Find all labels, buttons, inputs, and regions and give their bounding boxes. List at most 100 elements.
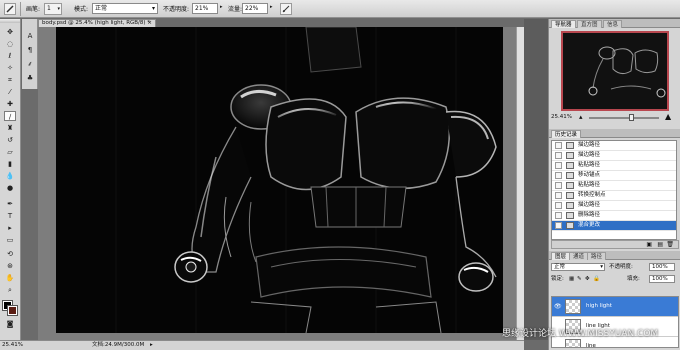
eraser-icon[interactable]: ▱ (4, 147, 16, 157)
history-footer: ▣ ▤ 🗑 (551, 240, 679, 249)
fill-field[interactable]: 100% (649, 275, 675, 283)
flow-field[interactable]: 22% (242, 3, 268, 14)
airbrush-icon[interactable] (280, 3, 292, 15)
crop-tool-icon[interactable]: ⌗ (4, 75, 16, 85)
chevron-down-icon: ▾ (600, 264, 603, 270)
history-item[interactable]: 粘贴路径 (552, 161, 676, 171)
marquee-tool-icon[interactable]: ◌ (4, 39, 16, 49)
tab-navigator[interactable]: 导航器 (551, 20, 576, 28)
history-source-checkbox[interactable] (555, 192, 562, 199)
history-item-label: 描边路径 (578, 142, 601, 148)
trash-icon[interactable]: 🗑 (666, 241, 674, 248)
vertical-scrollbar[interactable] (516, 27, 524, 340)
visibility-toggle[interactable] (554, 343, 562, 347)
history-state-icon (566, 172, 574, 179)
history-item[interactable]: 转换控制点 (552, 191, 676, 201)
history-source-checkbox[interactable] (555, 152, 562, 159)
history-item[interactable]: 描边路径 (552, 151, 676, 161)
clone-source-icon[interactable]: ♣ (24, 73, 36, 83)
lock-pixels-icon[interactable]: ✎ (577, 274, 582, 284)
lasso-tool-icon[interactable]: ℓ (4, 51, 16, 61)
history-source-checkbox[interactable] (555, 162, 562, 169)
3d-rotate-icon[interactable]: ⟲ (4, 249, 16, 259)
dodge-tool-icon[interactable]: ● (4, 183, 16, 193)
history-source-checkbox[interactable] (555, 182, 562, 189)
tab-info[interactable]: 信息 (603, 20, 623, 28)
gradient-tool-icon[interactable]: ▮ (4, 159, 16, 169)
brush-size-value: 1 (47, 5, 51, 12)
history-item[interactable]: 描边路径 (552, 141, 676, 151)
close-icon[interactable]: × (147, 20, 152, 27)
brush-label: 画笔: (26, 6, 41, 13)
brush-tool-icon[interactable] (4, 3, 16, 15)
blend-mode-select[interactable]: 正常 ▾ (551, 263, 605, 271)
zoom-out-icon[interactable]: ▴ (579, 113, 583, 121)
navigator-slider-knob[interactable] (629, 114, 634, 121)
opacity-slider-icon[interactable]: ▸ (220, 4, 223, 10)
eyedropper-icon[interactable]: ⁄ (4, 87, 16, 97)
history-item[interactable]: 移动锚点 (552, 171, 676, 181)
layer-opacity-label: 不透明度: (609, 264, 633, 270)
layer-row-selected[interactable]: 👁 high light (552, 297, 678, 317)
paragraph-panel-icon[interactable]: ¶ (24, 45, 36, 55)
brush-tool-icon[interactable]: ∕ (4, 111, 16, 121)
new-document-icon[interactable]: ▤ (657, 241, 663, 248)
history-item[interactable]: 描边路径 (552, 201, 676, 211)
layer-name: line (586, 343, 596, 348)
type-tool-icon[interactable]: T (4, 211, 16, 221)
brush-preset-picker[interactable]: 1 ▾ (44, 3, 62, 15)
clone-stamp-icon[interactable]: ♜ (4, 123, 16, 133)
healing-brush-icon[interactable]: ✚ (4, 99, 16, 109)
path-selection-icon[interactable]: ▸ (4, 223, 16, 233)
shape-tool-icon[interactable]: ▭ (4, 235, 16, 245)
tools-panel-grip[interactable] (0, 19, 20, 23)
lock-all-icon[interactable]: 🔒 (593, 274, 600, 284)
fill-value: 100% (652, 276, 668, 282)
history-source-checkbox[interactable] (555, 202, 562, 209)
zoom-level[interactable]: 25.41% (2, 341, 23, 350)
background-color-swatch[interactable] (7, 305, 18, 316)
character-panel-icon[interactable]: A (24, 31, 36, 41)
blur-tool-icon[interactable]: 💧 (4, 171, 16, 181)
history-item-selected[interactable]: 混合更改 (552, 221, 676, 231)
history-brush-icon[interactable]: ↺ (4, 135, 16, 145)
layer-opacity-field[interactable]: 100% (649, 263, 675, 271)
flow-slider-icon[interactable]: ▸ (270, 4, 273, 10)
tab-channels[interactable]: 通道 (569, 252, 589, 260)
status-menu-arrow-icon[interactable]: ▸ (150, 341, 153, 350)
tab-history[interactable]: 历史记录 (551, 130, 582, 138)
quick-mask-icon[interactable]: ◙ (4, 319, 16, 329)
history-item[interactable]: 粘贴路径 (552, 181, 676, 191)
tab-layers[interactable]: 图层 (551, 252, 571, 260)
zoom-tool-icon[interactable]: ⌕ (4, 285, 16, 295)
history-source-checkbox[interactable] (555, 142, 562, 149)
brush-panel-icon[interactable]: ⸙ (24, 59, 36, 69)
zoom-in-icon[interactable]: ▲ (665, 112, 671, 121)
opacity-field[interactable]: 21% (192, 3, 218, 14)
navigator-zoom-slider[interactable] (589, 117, 659, 119)
snapshot-icon[interactable]: ▣ (646, 241, 652, 248)
history-source-checkbox[interactable] (555, 172, 562, 179)
hand-tool-icon[interactable]: ✋ (4, 273, 16, 283)
navigator-zoom[interactable]: 25.41% (551, 114, 572, 120)
lock-transparency-icon[interactable]: ▦ (569, 274, 574, 284)
mode-select[interactable]: 正常 ▾ (92, 3, 158, 14)
tab-paths[interactable]: 路径 (587, 252, 607, 260)
move-tool-icon[interactable]: ✥ (4, 27, 16, 37)
history-item-label: 粘贴路径 (578, 182, 601, 188)
right-panels: 导航器 直方图 信息 25.41% ▴ ▲ 历史记录 描边路径 描边路径 粘贴路… (548, 19, 680, 350)
history-item[interactable]: 删除路径 (552, 211, 676, 221)
history-source-checkbox[interactable] (555, 212, 562, 219)
navigator-thumbnail[interactable] (561, 31, 669, 111)
3d-orbit-icon[interactable]: ⊛ (4, 261, 16, 271)
options-separator (20, 2, 21, 16)
tab-histogram[interactable]: 直方图 (577, 20, 602, 28)
document-tab[interactable]: body.psd @ 25.4% (high light, RGB/8) * × (38, 19, 156, 27)
history-item-label: 转换控制点 (578, 192, 606, 198)
history-source-checkbox[interactable] (555, 222, 562, 229)
pen-tool-icon[interactable]: ✒ (4, 199, 16, 209)
visibility-eye-icon[interactable]: 👁 (554, 303, 562, 310)
magic-wand-icon[interactable]: ✧ (4, 63, 16, 73)
lock-position-icon[interactable]: ✥ (585, 274, 590, 284)
image-canvas[interactable] (56, 27, 503, 333)
